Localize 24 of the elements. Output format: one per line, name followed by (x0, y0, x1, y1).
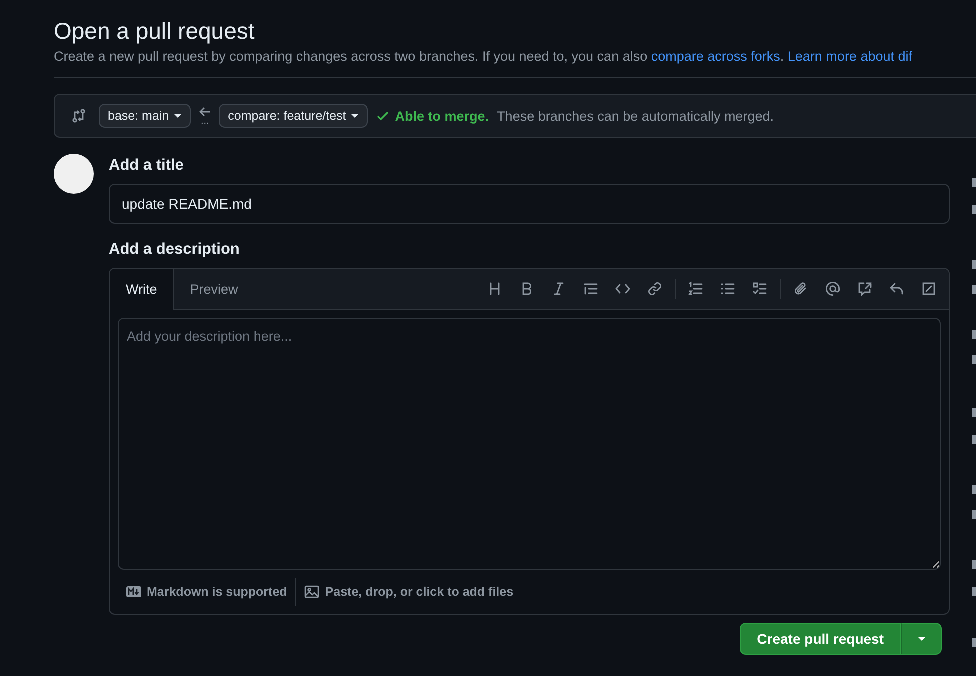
markdown-icon (126, 586, 142, 598)
period-text: . (780, 49, 786, 64)
title-field[interactable]: update README.md (109, 184, 950, 224)
title-label: Add a title (109, 157, 185, 175)
base-branch-button[interactable]: base: main (99, 104, 192, 128)
compare-branch-button[interactable]: compare: feature/test (219, 104, 368, 128)
merge-status: Able to merge. (395, 108, 490, 124)
forks-link[interactable]: compare across forks (651, 49, 780, 64)
add-files-button[interactable]: Paste, drop, or click to add files (296, 584, 522, 600)
avatar (54, 154, 94, 194)
description-label: Add a description (109, 241, 241, 259)
description-field[interactable]: Add your description here... (118, 318, 941, 570)
page-description: Create a new pull request by comparing changes across two branches. If you need to, you can also (54, 49, 649, 64)
page-title: Open a pull request (54, 18, 256, 45)
merge-message: These branches can be automatically merged. (497, 108, 774, 124)
learn-more-link[interactable]: Learn more about dif (788, 49, 912, 64)
ellipsis-text: ... (200, 118, 210, 126)
compare-icon (71, 108, 87, 124)
markdown-note: Markdown is supported (147, 585, 288, 599)
editor-tab[interactable]: Preview (174, 269, 256, 309)
create-pull-request-button[interactable]: Create pull request (740, 623, 901, 655)
image-icon (304, 584, 320, 600)
left-arrow-icon (199, 106, 212, 118)
editor-tab[interactable]: Write (110, 269, 174, 310)
